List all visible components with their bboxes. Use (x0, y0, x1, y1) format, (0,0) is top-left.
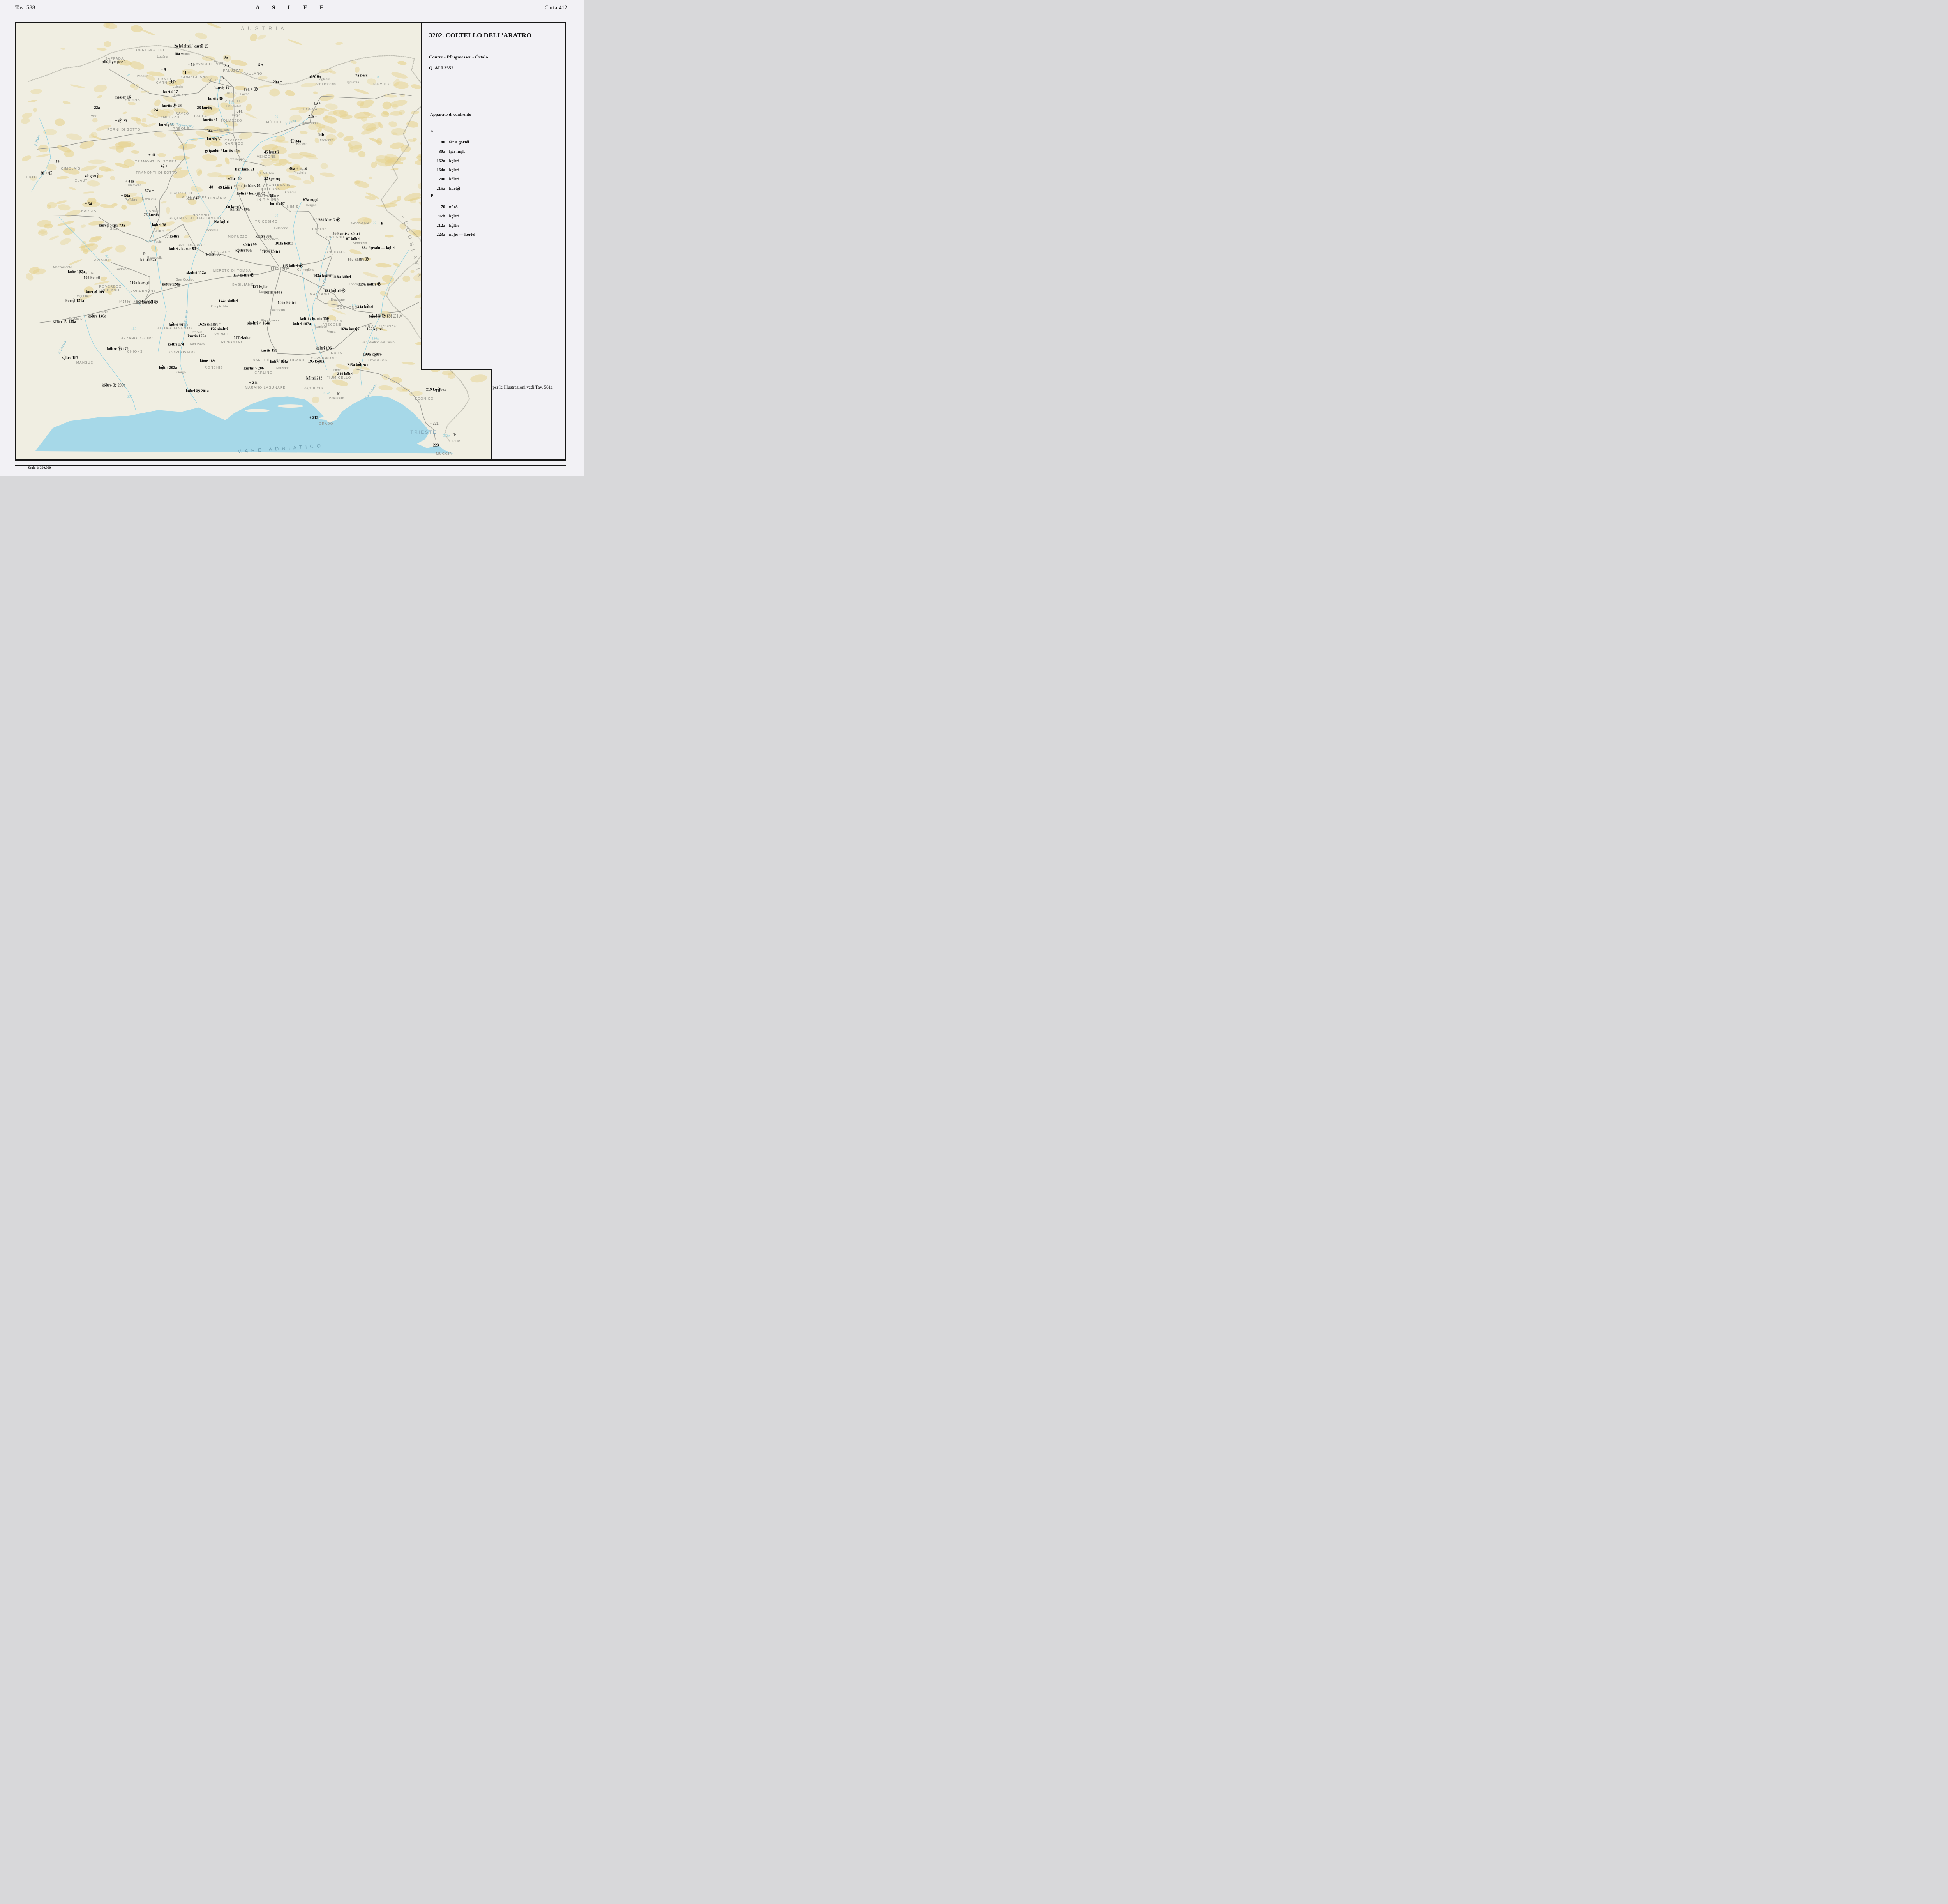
lagoon-island (319, 417, 334, 420)
questionnaire-ref: Q. ALI 3552 (429, 65, 453, 71)
apparato-item-number: 206 (432, 177, 445, 182)
apparato-item-word: kǫ́ltri (449, 223, 459, 228)
apparato-item-word: fįér lúņk (449, 149, 465, 154)
apparato-item-number: 92b (432, 214, 445, 219)
apparato-item-number: 164a (432, 168, 445, 172)
apparato-item-number: 212a (432, 223, 445, 228)
apparato-item-number: 162a (432, 159, 445, 163)
panel-border-vertical (421, 22, 422, 369)
apparato-item: 80a fįér lúņk (432, 149, 465, 154)
apparato-item-number: 215a (432, 186, 445, 191)
apparato-item: 40 fér a gortél (432, 140, 469, 145)
apparato-heading: Apparato di confronto (430, 112, 471, 117)
p-symbol: P (431, 194, 433, 198)
apparato-item-word: kóltri (449, 177, 459, 182)
panel-border-step (421, 369, 492, 370)
apparato-item-number: 70 (432, 205, 445, 209)
sheet-number-right: Carta 412 (545, 5, 568, 11)
apparato-item-word: noʃič — kortél (449, 232, 475, 237)
apparato-item-word: kortę́l (449, 186, 460, 191)
apparato-item-word: fér a gortél (449, 140, 469, 145)
apparato-item: 70 núoš (432, 205, 458, 209)
apparato-item: 92b kǫ́ltri (432, 214, 459, 219)
apparato-item-word: kǫ́ltri (449, 214, 459, 219)
map-frame-bottom-rule (15, 465, 566, 466)
apparato-item: 162a kǫ́ltri (432, 159, 459, 163)
apparato-item: 206 kóltri (432, 177, 459, 182)
adriatic-sea (35, 396, 453, 453)
atlas-sheet: Tav. 588 A S L E F Carta 412 pflúįkχmę̀s… (0, 0, 584, 476)
apparato-item: 223a noʃič — kortél (432, 232, 475, 237)
sheet-number-left: Tav. 588 (15, 5, 35, 11)
bottom-right-margin (491, 369, 566, 460)
apparato-item: 212a kǫ́ltri (432, 223, 459, 228)
rivers (31, 76, 409, 412)
apparato-item-word: kǫ́ltri (449, 159, 459, 163)
apparato-item-number: 80a (432, 149, 445, 154)
notch-border-vertical (491, 369, 492, 460)
apparato-item-word: kǫ́ltri (449, 168, 459, 172)
illustrations-note: per le Illustrazioni vedi Tav. 581a (493, 385, 553, 390)
map-subtitle: Coutre - Pflugmesser - Črtalo (429, 54, 488, 60)
legend-panel (421, 22, 566, 369)
apparato-item: 164a kǫ́ltri (432, 168, 459, 172)
map-title: 3202. COLTELLO DELL’ARATRO (429, 32, 531, 39)
apparato-item: 215a kortę́l (432, 186, 460, 191)
apparato-item-word: núoš (449, 205, 458, 209)
lagoon-island (245, 409, 269, 412)
circle-symbol: ○ (431, 128, 433, 134)
apparato-item-number: 40 (432, 140, 445, 145)
lagoon-island (277, 405, 303, 408)
atlas-title: A S L E F (256, 5, 329, 11)
apparato-item-number: 223a (432, 232, 445, 237)
scale-note: Scala 1: 300.000 (28, 466, 51, 470)
